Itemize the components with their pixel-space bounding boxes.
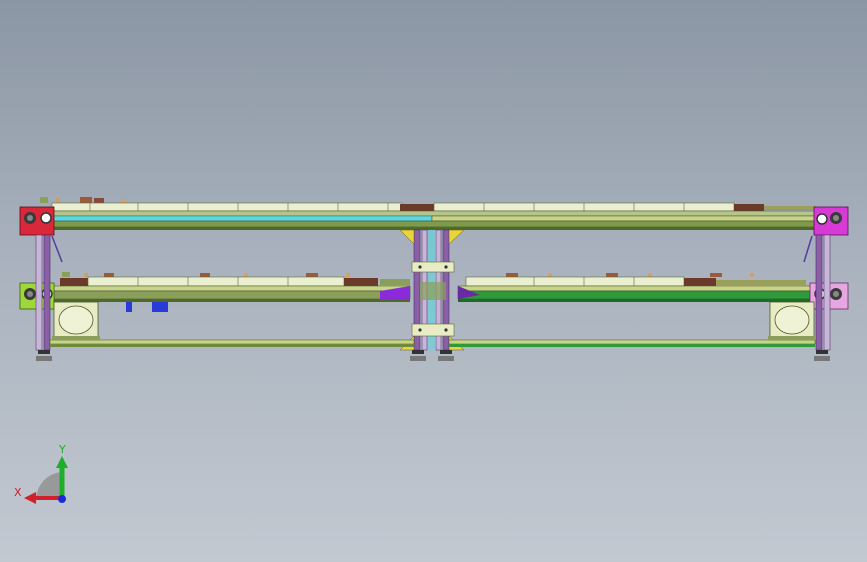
upper-belt-items (40, 197, 126, 203)
upper-belt-right (433, 202, 735, 212)
y-axis-label: Y (58, 443, 66, 456)
lower-belt-items (62, 272, 754, 277)
right-drive-motor (768, 301, 816, 340)
upper-belt-left (51, 202, 403, 212)
orientation-triad: Y X (14, 443, 68, 504)
upper-right-drive-head (813, 206, 849, 236)
left-drive-motor (52, 301, 168, 340)
upper-rail (39, 210, 819, 217)
upper-conveyor (39, 197, 819, 230)
z-axis-dot (58, 495, 66, 503)
upper-left-drive-head (19, 206, 55, 236)
x-axis-label: X (14, 486, 22, 499)
cad-viewport[interactable]: Y X (0, 0, 867, 562)
